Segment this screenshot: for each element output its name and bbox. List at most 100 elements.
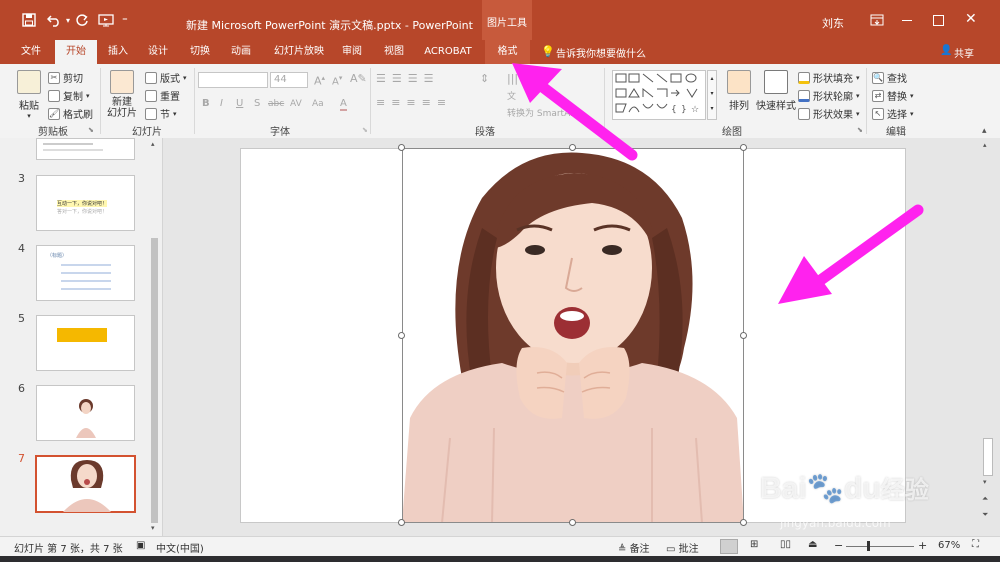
slide-thumbnail-3[interactable]: 互动一下，你说对吧！ 答对一下，你说对吧！ <box>36 175 135 231</box>
undo-dropdown-icon[interactable]: ▾ <box>66 10 70 30</box>
font-size-box[interactable]: 44 <box>270 72 308 88</box>
normal-view-icon[interactable] <box>720 539 738 554</box>
slide-sorter-icon[interactable]: ⊞ <box>750 539 758 550</box>
replace-button[interactable]: ⇄ 替换 ▾ <box>872 88 914 103</box>
reading-view-icon[interactable]: ▯▯ <box>780 539 791 550</box>
find-button[interactable]: 🔍 查找 <box>872 70 907 85</box>
slide-thumbnail-5[interactable] <box>36 315 135 371</box>
line-spacing-icon[interactable]: ⇕ <box>480 72 489 85</box>
new-slide-button[interactable]: 新建 幻灯片 <box>104 70 140 119</box>
clear-formatting-icon[interactable]: A✎ <box>350 72 367 85</box>
ribbon-display-options-icon[interactable] <box>870 14 884 29</box>
tab-slideshow[interactable]: 幻灯片放映 <box>266 40 332 64</box>
tab-view[interactable]: 视图 <box>376 40 412 64</box>
resize-handle[interactable] <box>740 519 747 526</box>
character-spacing-button[interactable]: AV <box>290 99 302 109</box>
tab-acrobat[interactable]: ACROBAT <box>418 40 478 64</box>
close-icon[interactable]: ✕ <box>965 11 977 27</box>
picture-selection-frame[interactable] <box>402 148 744 523</box>
maximize-icon[interactable] <box>933 15 944 26</box>
slide-thumbnail-2[interactable] <box>36 138 135 160</box>
resize-handle[interactable] <box>398 332 405 339</box>
resize-handle[interactable] <box>398 519 405 526</box>
save-icon[interactable] <box>22 10 36 30</box>
paste-button[interactable]: 粘贴 ▾ <box>14 70 44 120</box>
alignment-buttons[interactable]: ≡≡≡≡≡ <box>376 96 452 109</box>
copy-dropdown-icon[interactable]: ▾ <box>86 92 90 100</box>
slideshow-view-icon[interactable]: ⏏ <box>808 539 817 550</box>
tab-design[interactable]: 设计 <box>138 40 178 64</box>
notes-button[interactable]: ≜ 备注 <box>618 540 650 555</box>
shadow-button[interactable]: S <box>254 98 260 109</box>
quick-styles-button[interactable]: 快速样式 <box>756 70 796 112</box>
strikethrough-button[interactable]: abc <box>268 99 284 109</box>
fit-to-window-icon[interactable]: ⛶ <box>972 539 979 550</box>
tab-insert[interactable]: 插入 <box>98 40 138 64</box>
zoom-out-icon[interactable]: − <box>834 539 843 552</box>
share-button[interactable]: 共享 <box>954 45 974 60</box>
next-slide-icon[interactable]: ⏷ <box>982 510 988 520</box>
zoom-slider-track[interactable] <box>846 546 914 547</box>
underline-button[interactable]: U <box>236 98 243 109</box>
scroll-down-icon[interactable]: ▾ <box>983 478 987 486</box>
section-button[interactable]: 节 ▾ <box>145 106 177 121</box>
thumbnail-scrollbar[interactable]: ▴ ▾ <box>149 138 161 536</box>
font-name-box[interactable] <box>198 72 268 88</box>
minimize-icon[interactable] <box>902 20 912 21</box>
copy-button[interactable]: 复制 ▾ <box>48 88 90 103</box>
scroll-thumb[interactable] <box>983 438 993 476</box>
font-launcher-icon[interactable]: ⬊ <box>362 126 368 134</box>
reset-button[interactable]: 重置 <box>145 88 180 103</box>
shape-outline-button[interactable]: 形状轮廓 ▾ <box>798 88 860 103</box>
bold-button[interactable]: B <box>202 98 210 109</box>
resize-handle[interactable] <box>398 144 405 151</box>
undo-icon[interactable] <box>47 10 63 30</box>
language-status[interactable]: 中文(中国) <box>156 540 204 555</box>
paste-dropdown-icon[interactable]: ▾ <box>14 112 44 120</box>
zoom-in-icon[interactable]: + <box>918 539 927 552</box>
comments-button[interactable]: ▭ 批注 <box>666 540 699 555</box>
list-buttons[interactable]: ☰☰☰☰ <box>376 72 439 85</box>
change-case-button[interactable]: Aa <box>312 99 324 109</box>
italic-button[interactable]: I <box>220 98 223 109</box>
tab-animations[interactable]: 动画 <box>221 40 261 64</box>
resize-handle[interactable] <box>740 332 747 339</box>
zoom-slider-thumb[interactable] <box>867 541 870 551</box>
shapes-gallery-scroll[interactable]: ▴ ▾ ▾ <box>707 70 717 120</box>
customize-qat-icon[interactable]: ⁼ <box>122 10 128 30</box>
format-painter-button[interactable]: 🖌 格式刷 <box>48 106 93 121</box>
scroll-up-icon[interactable]: ▴ <box>151 140 155 148</box>
drawing-launcher-icon[interactable]: ⬊ <box>857 126 863 134</box>
zoom-level[interactable]: 67% <box>938 540 960 551</box>
layout-button[interactable]: 版式 ▾ <box>145 70 187 85</box>
tab-file[interactable]: 文件 <box>10 40 52 64</box>
cut-button[interactable]: ✂ 剪切 <box>48 70 83 85</box>
clipboard-launcher-icon[interactable]: ⬊ <box>88 126 94 134</box>
slide-scrollbar[interactable]: ▴ ▾ ⏶ ⏷ <box>980 138 994 536</box>
shape-effects-button[interactable]: 形状效果 ▾ <box>798 106 860 121</box>
previous-slide-icon[interactable]: ⏶ <box>982 494 988 504</box>
slide-thumbnail-6[interactable] <box>36 385 135 441</box>
scroll-up-icon[interactable]: ▴ <box>983 141 987 149</box>
font-color-button[interactable]: A <box>340 98 347 111</box>
resize-handle[interactable] <box>740 144 747 151</box>
slide-thumbnail-pane[interactable]: 3 互动一下，你说对吧！ 答对一下，你说对吧！ 4 （标题） 5 6 7 ▴ ▾ <box>0 138 163 536</box>
user-name[interactable]: 刘东 <box>822 15 844 31</box>
share-icon[interactable]: 👤 <box>940 45 952 56</box>
start-from-beginning-icon[interactable] <box>98 10 114 30</box>
shape-fill-button[interactable]: 形状填充 ▾ <box>798 70 860 85</box>
slide-thumbnail-4[interactable]: （标题） <box>36 245 135 301</box>
scroll-thumb[interactable] <box>151 238 158 523</box>
resize-handle[interactable] <box>569 519 576 526</box>
shrink-font-icon[interactable]: A▾ <box>332 74 342 87</box>
grow-font-icon[interactable]: A▴ <box>314 74 325 88</box>
scroll-down-icon[interactable]: ▾ <box>151 524 155 532</box>
slide-thumbnail-7[interactable] <box>35 455 136 513</box>
collapse-ribbon-icon[interactable]: ▴ <box>982 126 987 136</box>
spellcheck-icon[interactable]: ▣ <box>136 540 145 551</box>
tab-home[interactable]: 开始 <box>55 40 97 64</box>
tab-review[interactable]: 审阅 <box>334 40 370 64</box>
redo-icon[interactable] <box>75 10 89 30</box>
select-button[interactable]: ↖ 选择 ▾ <box>872 106 914 121</box>
tab-transitions[interactable]: 切换 <box>180 40 220 64</box>
